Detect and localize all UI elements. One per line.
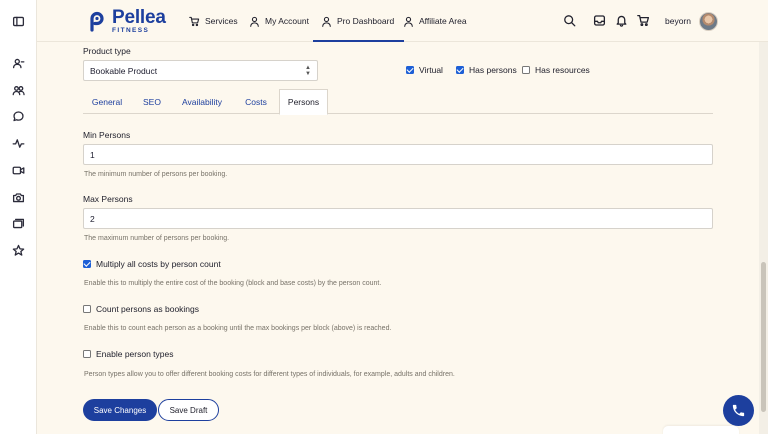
users-icon[interactable] — [11, 83, 25, 97]
nav-label: Pro Dashboard — [337, 16, 395, 26]
product-type-select[interactable]: Bookable Product ▲ ▼ — [83, 60, 318, 81]
panel-toggle-icon[interactable] — [11, 14, 25, 28]
inbox-icon[interactable] — [593, 14, 606, 27]
scrollbar-thumb[interactable] — [761, 262, 766, 412]
nav-label: Affiliate Area — [419, 16, 467, 26]
virtual-checkbox[interactable]: Virtual — [406, 65, 443, 75]
tab-availability[interactable]: Availability — [174, 89, 230, 114]
user-icon — [404, 16, 413, 27]
has-resources-checkbox[interactable]: Has resources — [522, 65, 590, 75]
checkbox-box[interactable] — [83, 350, 91, 358]
min-persons-input[interactable]: 1 — [83, 144, 713, 165]
left-rail — [0, 0, 37, 434]
brand-logo[interactable]: Pellea FITNESS — [85, 8, 166, 35]
tab-costs[interactable]: Costs — [236, 89, 276, 114]
user-icon — [250, 16, 259, 27]
activity-icon[interactable] — [11, 136, 25, 150]
checkbox-box[interactable] — [83, 260, 91, 268]
min-persons-value: 1 — [90, 149, 95, 160]
user-menu[interactable]: beyorn — [665, 0, 718, 42]
camera-icon[interactable] — [11, 190, 25, 204]
min-persons-label: Min Persons — [83, 130, 131, 140]
multiply-costs-help: Enable this to multiply the entire cost … — [84, 280, 382, 287]
product-type-label: Product type — [83, 46, 131, 56]
chat-icon[interactable] — [11, 109, 25, 123]
avatar[interactable] — [699, 11, 718, 31]
chat-panel-tab[interactable] — [663, 426, 739, 434]
max-persons-input[interactable]: 2 — [83, 208, 713, 229]
chevron-down-icon: ▲ ▼ — [305, 64, 311, 77]
tab-seo[interactable]: SEO — [135, 89, 169, 114]
top-header: Pellea FITNESS Services My Account Pro D… — [37, 0, 768, 42]
person-types-checkbox[interactable]: Enable person types — [83, 349, 174, 359]
brand-tagline: FITNESS — [112, 27, 150, 34]
max-persons-help: The maximum number of persons per bookin… — [84, 235, 230, 242]
nav-label: Services — [205, 16, 238, 26]
page-scrollbar[interactable] — [759, 42, 768, 434]
bell-icon[interactable] — [615, 14, 628, 27]
multiply-costs-checkbox[interactable]: Multiply all costs by person count — [83, 259, 221, 269]
product-type-value: Bookable Product — [90, 65, 158, 76]
pellea-logo-icon — [90, 12, 104, 32]
phone-icon — [732, 404, 745, 417]
save-changes-button[interactable]: Save Changes — [83, 399, 157, 421]
nav-services[interactable]: Services — [189, 0, 238, 42]
tab-persons[interactable]: Persons — [279, 89, 328, 115]
video-icon[interactable] — [11, 163, 25, 177]
user-list-icon[interactable] — [11, 56, 25, 70]
checkbox-box[interactable] — [456, 66, 464, 74]
max-persons-label: Max Persons — [83, 194, 133, 204]
person-types-help: Person types allow you to offer differen… — [84, 371, 455, 378]
nav-affiliate-area[interactable]: Affiliate Area — [403, 0, 467, 42]
star-icon[interactable] — [11, 243, 25, 257]
max-persons-value: 2 — [90, 213, 95, 224]
nav-my-account[interactable]: My Account — [249, 0, 309, 42]
checkbox-label: Enable person types — [96, 349, 174, 359]
user-icon — [322, 16, 331, 27]
checkbox-label: Has resources — [535, 65, 590, 75]
checkbox-box[interactable] — [406, 66, 414, 74]
checkbox-label: Virtual — [419, 65, 443, 75]
checkbox-box[interactable] — [83, 305, 91, 313]
search-icon[interactable] — [563, 14, 576, 27]
checkbox-label: Multiply all costs by person count — [96, 259, 221, 269]
min-persons-help: The minimum number of persons per bookin… — [84, 171, 228, 178]
checkbox-box[interactable] — [522, 66, 530, 74]
nav-pro-dashboard[interactable]: Pro Dashboard — [312, 0, 405, 42]
has-persons-checkbox[interactable]: Has persons — [456, 65, 517, 75]
cart-icon — [189, 16, 200, 26]
count-persons-checkbox[interactable]: Count persons as bookings — [83, 304, 199, 314]
product-tabs: General SEO Availability Costs Persons — [83, 89, 713, 115]
brand-name: Pellea — [112, 7, 166, 28]
phone-call-button[interactable] — [723, 395, 754, 426]
checkbox-label: Has persons — [469, 65, 517, 75]
count-persons-help: Enable this to count each person as a bo… — [84, 325, 392, 332]
nav-label: My Account — [265, 16, 309, 26]
tab-general[interactable]: General — [83, 89, 131, 114]
cart-icon[interactable] — [637, 14, 650, 27]
username: beyorn — [665, 16, 691, 26]
media-icon[interactable] — [11, 216, 25, 230]
checkbox-label: Count persons as bookings — [96, 304, 200, 314]
save-draft-button[interactable]: Save Draft — [158, 399, 219, 421]
